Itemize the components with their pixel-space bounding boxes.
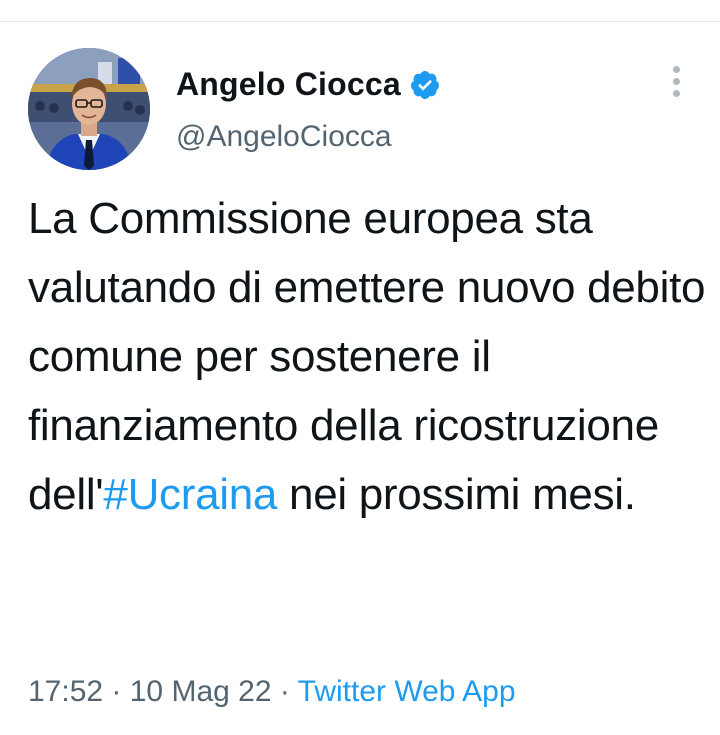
top-divider (0, 21, 720, 22)
hashtag-link[interactable]: #Ucraina (103, 470, 277, 519)
more-vertical-icon[interactable] (664, 66, 688, 108)
author-display-name[interactable]: Angelo Ciocca (176, 66, 441, 103)
avatar[interactable] (28, 48, 150, 170)
meta-separator: · (271, 675, 298, 708)
tweet-time[interactable]: 17:52 (28, 675, 103, 708)
author-name-text: Angelo Ciocca (176, 66, 401, 102)
tweet-text: La Commissione europea sta valutando di … (28, 184, 708, 529)
tweet-text-tail: nei prossimi mesi. (277, 470, 636, 519)
tweet-date[interactable]: 10 Mag 22 (130, 675, 272, 708)
verified-badge-icon (409, 69, 441, 101)
meta-separator: · (103, 675, 130, 708)
tweet-meta: 17:52 · 10 Mag 22 · Twitter Web App (28, 675, 516, 709)
author-handle[interactable]: @AngeloCiocca (176, 120, 392, 154)
tweet-source-link[interactable]: Twitter Web App (298, 675, 516, 708)
